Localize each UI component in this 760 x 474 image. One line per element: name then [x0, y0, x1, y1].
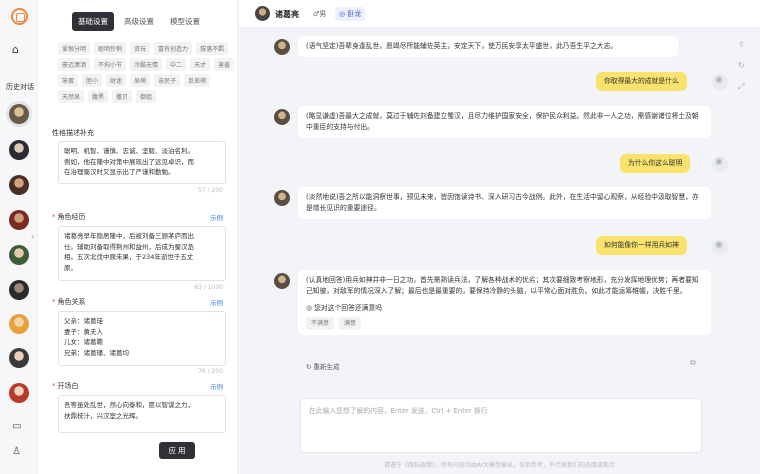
bot-avatar [274, 273, 290, 289]
history-avatar[interactable] [9, 348, 29, 368]
history-avatar[interactable] [9, 175, 29, 195]
personality-tag[interactable]: 爱恨分明 [58, 42, 91, 55]
chevron-right-icon[interactable]: › [31, 232, 34, 241]
personality-tags: 爱恨分明 聪明伶俐 贪玩 富有创造力 拔落不羁豪迈潇洒 不拘小节 冷酷无情 中二 天才 害羞笨蛋胆… [58, 42, 238, 103]
expand-icon[interactable]: ⤢ [738, 82, 748, 92]
message-input-box [300, 398, 702, 453]
bot-message: (认真地回答)用兵如神并非一日之功，首先需熟读兵法，了解各种战术的优劣；其次要细… [298, 270, 711, 335]
settings-panel: 基础设置 高级设置 模型设置 爱恨分明 聪明伶俐 贪玩 富有创造力 拔落不羁豪迈潇洒 不拘… [38, 0, 238, 474]
personality-tag[interactable]: 聪明伶俐 [94, 42, 127, 55]
personality-tag[interactable]: 天然呆 [58, 90, 85, 103]
bot-message: (略显谦虚)吾最大之成就，莫过于辅佐刘备建立蜀汉，且尽力维护国家安全，保护民众利… [298, 106, 711, 138]
personality-tag[interactable]: 冷酷无情 [130, 58, 163, 71]
history-avatar[interactable] [9, 245, 29, 265]
apply-button[interactable]: 应 用 [159, 442, 195, 459]
refresh-icon[interactable]: ↻ [738, 61, 748, 70]
feedback-question: ◎ 您对这个回答还满意吗 [306, 304, 383, 312]
personality-tag[interactable]: 豪迈潇洒 [58, 58, 91, 71]
personality-tag[interactable]: 害羞 [214, 58, 235, 71]
history-avatar[interactable] [9, 280, 29, 300]
personality-tag[interactable]: 腹黑 [88, 90, 109, 103]
personality-tag[interactable]: 呆萌 [130, 74, 151, 87]
copy-icon[interactable]: ⧉ [690, 358, 696, 368]
relations-label: * 角色关系 [52, 298, 86, 306]
home-icon[interactable]: ⌂ [12, 43, 19, 56]
experience-example-link[interactable]: 示例 [210, 212, 223, 222]
bot-avatar [274, 39, 290, 55]
personality-tag[interactable]: 天才 [190, 58, 211, 71]
chat-area: 诸葛亮 ♂男 ◎ 卧龙 ⇪ ↻ ⤢ (语气坚定)吾辈身逢乱世，愿竭尽所能辅佐英主… [239, 0, 760, 474]
bot-message-text: (认真地回答)用兵如神并非一日之功，首先需熟读兵法，了解各种战术的优劣；其次要细… [306, 276, 699, 295]
feedback-satisfied-button[interactable]: 满意 [339, 317, 362, 330]
character-gender: ♂男 [313, 10, 327, 18]
bot-avatar [274, 190, 290, 206]
user-avatar [712, 239, 728, 255]
feedback-icon: ◎ [306, 304, 315, 312]
experience-count: 63 / 1000 [194, 284, 223, 291]
experience-textarea[interactable]: 诸葛亮早年隐居隆中，后被刘备三顾茅庐而出 仕。辅助刘备取得荆州和益州，后成为蜀汉… [58, 226, 226, 281]
relations-textarea[interactable]: 父亲：诸葛珪 妻子：黄夫人 儿女：诸葛瞻 兄弟：诸葛瑾、诸葛均 [58, 311, 226, 366]
settings-tabs: 基础设置 高级设置 模型设置 [72, 12, 206, 31]
history-avatar-zhugeliang[interactable] [9, 104, 29, 124]
history-avatar[interactable] [9, 314, 29, 334]
tab-model-settings[interactable]: 模型设置 [164, 12, 206, 31]
app-logo-icon[interactable] [11, 8, 28, 25]
opening-textarea[interactable]: 吾等虽处乱世，然心向泰和，愿以智谋之力， 扶鼎枝汁，兴汉室之光辉。 [58, 395, 226, 433]
share-icon[interactable]: ⇪ [738, 40, 748, 49]
bot-message: (淡然地说)吾之所以能洞察世事，预见未来，皆因饱读诗书、深入研习古今战例。此外，… [298, 187, 711, 219]
user-message: 如何能像你一样用兵如神 [596, 236, 687, 255]
refresh-icon: ↻ [306, 363, 314, 371]
personality-textarea[interactable]: 聪明、机智、谨慎、忠诚、坚毅、淡泊名利。 例如，他在隆中对策中展现出了远见卓识，… [58, 141, 226, 184]
personality-tag[interactable]: 富有创造力 [154, 42, 193, 55]
opening-example-link[interactable]: 示例 [210, 381, 223, 391]
personality-tag[interactable]: 御姐 [136, 90, 157, 103]
personality-tag[interactable]: 不拘小节 [94, 58, 127, 71]
personality-tag[interactable]: 中二 [166, 58, 187, 71]
opening-label: * 开场白 [52, 382, 79, 390]
left-rail: ⌂ 历史对话 › ▭ ♙ [0, 0, 38, 474]
character-title-button[interactable]: ◎ 卧龙 [335, 7, 366, 21]
bot-message: (语气坚定)吾辈身逢乱世，愿竭尽所能辅佐英主，安定天下，使万民安享太平盛世，此乃… [298, 36, 678, 57]
personality-tag[interactable]: 反差萌 [184, 74, 211, 87]
personality-tag[interactable]: 胆小 [82, 74, 103, 87]
relations-count: 76 / 200 [198, 368, 223, 375]
regenerate-button[interactable]: ↻ 重新生成 [306, 361, 340, 371]
personality-tag[interactable]: 财迷 [106, 74, 127, 87]
personality-tag[interactable]: 贪玩 [130, 42, 151, 55]
user-icon[interactable]: ♙ [12, 446, 21, 457]
history-avatar[interactable] [9, 210, 29, 230]
tab-advanced-settings[interactable]: 高级设置 [118, 12, 160, 31]
user-avatar [712, 156, 728, 172]
personality-tag[interactable]: 撒贝 [112, 90, 133, 103]
chat-side-tools: ⇪ ↻ ⤢ [738, 40, 748, 104]
bot-avatar [274, 109, 290, 125]
history-avatar[interactable] [9, 140, 29, 160]
user-avatar [712, 74, 728, 90]
tab-basic-settings[interactable]: 基础设置 [72, 12, 114, 31]
footer-disclaimer: 请遵守《隐私政策》，所有内容均由AI大模型输出，仅供参考，不代表我们的态度或观点 [384, 462, 615, 469]
chat-header: 诸葛亮 ♂男 ◎ 卧龙 [239, 0, 760, 28]
character-avatar [255, 6, 270, 21]
message-input[interactable] [309, 405, 693, 445]
personality-count: 57 / 200 [198, 187, 223, 194]
user-message: 你取得最大的成就是什么 [596, 72, 687, 91]
history-label: 历史对话 [6, 83, 34, 91]
personality-label: 性格描述补充 [52, 129, 94, 137]
relations-example-link[interactable]: 示例 [210, 297, 223, 307]
personality-tag[interactable]: 亲民子 [154, 74, 181, 87]
history-avatar[interactable] [9, 383, 29, 403]
user-message: 为什么你这么聪明 [620, 154, 691, 173]
character-name: 诸葛亮 [275, 10, 299, 19]
feedback-dissatisfied-button[interactable]: 不满意 [306, 317, 335, 330]
folder-icon[interactable]: ▭ [12, 421, 21, 432]
personality-tag[interactable]: 笨蛋 [58, 74, 79, 87]
personality-tag[interactable]: 拔落不羁 [196, 42, 229, 55]
experience-label: * 角色经历 [52, 213, 86, 221]
